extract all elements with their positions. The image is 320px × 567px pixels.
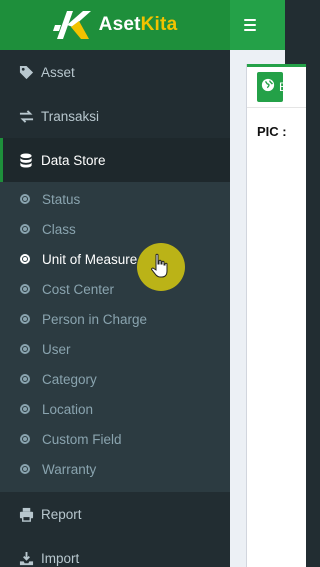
circle-icon — [20, 374, 30, 384]
brand-logo[interactable]: AsetKita — [0, 0, 230, 50]
sidebar-item-label: Asset — [41, 64, 75, 80]
submenu-item-label: User — [42, 341, 71, 357]
submenu-item-label: Class — [42, 221, 76, 237]
brand-name: AsetKita — [99, 14, 178, 36]
logo-icon — [52, 9, 95, 41]
submenu-item-label: Location — [42, 401, 94, 417]
submenu-item-label: Category — [42, 371, 97, 387]
submenu-item-label: Person in Charge — [42, 311, 148, 327]
submenu-item-cost-center[interactable]: Cost Center — [0, 274, 230, 304]
import-icon — [18, 550, 34, 566]
print-icon — [18, 506, 34, 522]
data-store-submenu: Status Class Unit of Measure Cost Center… — [0, 182, 230, 492]
sidebar-item-asset[interactable]: Asset — [0, 50, 230, 94]
exchange-icon — [18, 108, 34, 124]
circle-icon — [20, 314, 30, 324]
circle-icon — [20, 224, 30, 234]
submenu-item-label: Custom Field — [42, 431, 122, 447]
sidebar-item-label: Data Store — [41, 152, 106, 168]
submenu-item-label: Status — [42, 191, 81, 207]
sidebar-item-transaksi[interactable]: Transaksi — [0, 94, 230, 138]
submenu-item-category[interactable]: Category — [0, 364, 230, 394]
sidebar-item-import[interactable]: Import — [0, 536, 230, 567]
sidebar-item-label: Transaksi — [41, 108, 100, 124]
circle-icon — [20, 464, 30, 474]
submenu-item-label: Unit of Measure — [42, 251, 138, 267]
sidebar-item-label: Report — [41, 506, 82, 522]
submenu-item-class[interactable]: Class — [0, 214, 230, 244]
sidebar-item-data-store[interactable]: Data Store — [0, 138, 230, 182]
circle-icon — [20, 254, 30, 264]
content-panel: E PIC : — [246, 64, 306, 567]
submenu-item-label: Warranty — [42, 461, 97, 477]
top-navbar — [230, 0, 285, 50]
panel-title: E — [279, 80, 288, 94]
tag-icon — [18, 64, 34, 80]
circle-icon — [20, 284, 30, 294]
mouse-cursor-highlight — [137, 243, 185, 291]
circle-icon — [20, 194, 30, 204]
sidebar: Asset Transaksi Data Store Status Class … — [0, 50, 230, 567]
submenu-item-user[interactable]: User — [0, 334, 230, 364]
globe-icon — [261, 78, 275, 97]
circle-icon — [20, 404, 30, 414]
sidebar-toggle-icon[interactable] — [244, 19, 256, 31]
submenu-item-status[interactable]: Status — [0, 184, 230, 214]
panel-title-box: E — [257, 72, 287, 102]
circle-icon — [20, 344, 30, 354]
sidebar-item-report[interactable]: Report — [0, 492, 230, 536]
submenu-item-unit-of-measure[interactable]: Unit of Measure — [0, 244, 230, 274]
sidebar-item-label: Import — [41, 550, 80, 566]
brand-name-part2: Kita — [140, 14, 178, 35]
brand-name-part1: Aset — [98, 14, 141, 35]
main-content: E PIC : — [230, 50, 306, 567]
pic-label: PIC : — [257, 124, 287, 139]
hand-pointer-icon — [151, 253, 168, 278]
circle-icon — [20, 434, 30, 444]
panel-header: E — [247, 64, 306, 108]
submenu-item-custom-field[interactable]: Custom Field — [0, 424, 230, 454]
submenu-item-location[interactable]: Location — [0, 394, 230, 424]
database-icon — [18, 152, 34, 168]
submenu-item-person-in-charge[interactable]: Person in Charge — [0, 304, 230, 334]
submenu-item-warranty[interactable]: Warranty — [0, 454, 230, 484]
submenu-item-label: Cost Center — [42, 281, 115, 297]
